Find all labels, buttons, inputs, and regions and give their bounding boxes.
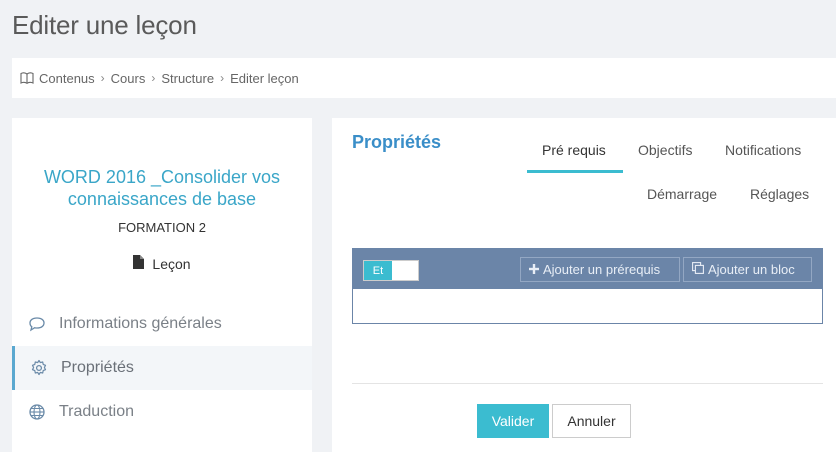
chevron-right-icon: ›: [151, 71, 156, 85]
breadcrumb: Contenus › Cours › Structure › Editer le…: [12, 58, 836, 98]
tab-demarrage[interactable]: Démarrage: [647, 186, 717, 202]
globe-icon: [28, 403, 46, 421]
tab-reglages[interactable]: Réglages: [750, 186, 809, 202]
add-block-label: Ajouter un bloc: [708, 262, 795, 277]
cancel-button[interactable]: Annuler: [552, 404, 631, 438]
add-prerequisite-button[interactable]: Ajouter un prérequis: [520, 257, 680, 282]
breadcrumb-item-contenus[interactable]: Contenus: [39, 71, 95, 86]
page-title: Editer une leçon: [12, 10, 197, 40]
chevron-right-icon: ›: [220, 71, 225, 85]
toggle-label: Et: [364, 261, 392, 280]
sidebar-item-label: Informations générales: [59, 315, 222, 332]
sidebar-item-informations-generales[interactable]: Informations générales: [12, 302, 312, 346]
breadcrumb-item-editer-lecon: Editer leçon: [230, 70, 299, 86]
course-subtitle: FORMATION 2: [118, 220, 206, 235]
prerequisites-toolbar: Et Ajouter un prérequis Ajouter un bloc: [353, 249, 822, 289]
tab-notifications[interactable]: Notifications: [725, 142, 801, 158]
sidebar-item-traduction[interactable]: Traduction: [12, 390, 312, 434]
and-or-toggle[interactable]: Et: [363, 260, 419, 281]
course-sidebar: WORD 2016 _Consolider vos connaissances …: [12, 118, 312, 452]
active-tab-indicator: [527, 170, 623, 173]
properties-panel: Propriétés Pré requis Objectifs Notifica…: [332, 118, 836, 452]
panel-heading: Propriétés: [352, 132, 442, 152]
plus-icon: [529, 262, 539, 277]
tab-objectifs[interactable]: Objectifs: [638, 142, 692, 158]
course-type-label: Leçon: [152, 255, 191, 272]
copy-icon: [692, 262, 704, 277]
tab-pre-requis[interactable]: Pré requis: [542, 142, 606, 158]
breadcrumb-item-cours[interactable]: Cours: [111, 71, 146, 86]
file-icon: [133, 255, 145, 272]
chevron-right-icon: ›: [100, 71, 105, 85]
book-icon: [20, 71, 34, 85]
sidebar-item-proprietes[interactable]: Propriétés: [12, 346, 312, 390]
comment-icon: [28, 315, 46, 333]
sidebar-item-label: Traduction: [59, 403, 134, 420]
gear-icon: [30, 359, 48, 377]
add-block-button[interactable]: Ajouter un bloc: [683, 257, 812, 282]
breadcrumb-item-structure[interactable]: Structure: [161, 71, 214, 86]
course-type: Leçon: [12, 255, 312, 272]
prerequisites-box: Et Ajouter un prérequis Ajouter un bloc: [352, 248, 823, 324]
course-title: WORD 2016 _Consolider vos connaissances …: [43, 167, 281, 209]
add-prerequisite-label: Ajouter un prérequis: [543, 262, 661, 277]
sidebar-item-label: Propriétés: [61, 359, 134, 376]
divider: [352, 383, 823, 384]
submit-button[interactable]: Valider: [477, 404, 549, 438]
